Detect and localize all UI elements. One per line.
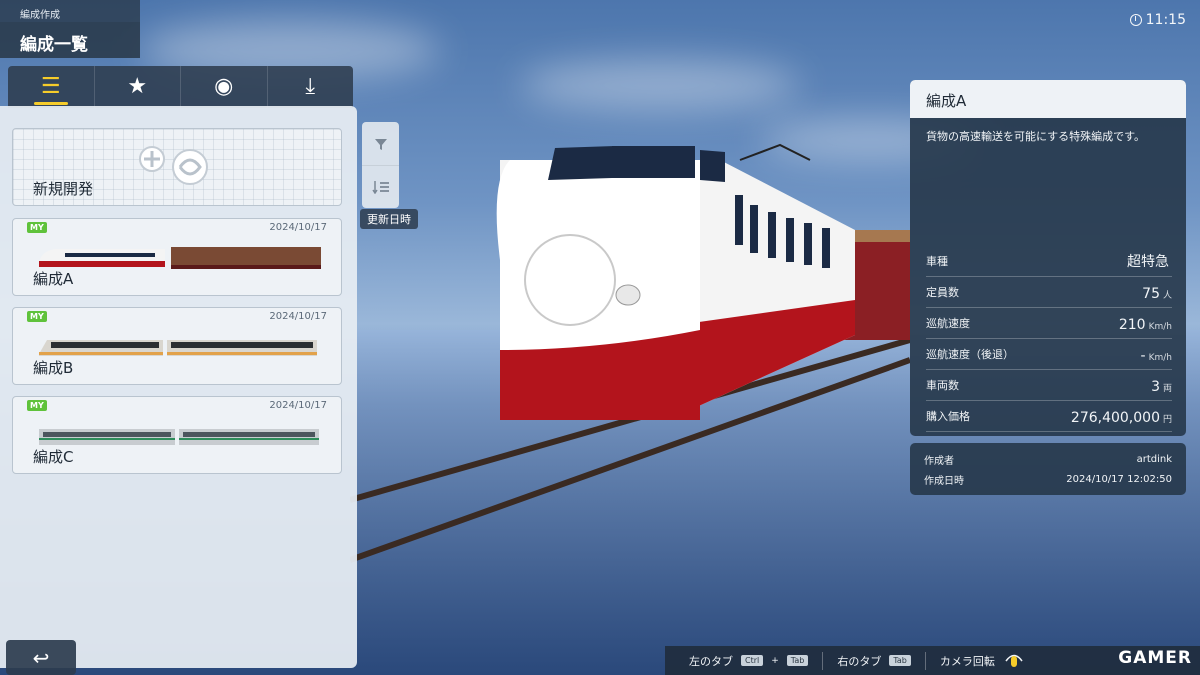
new-formation-label: 新規開発 (33, 180, 94, 198)
filter-button[interactable] (362, 122, 399, 165)
formation-date: 2024/10/17 (269, 311, 327, 322)
sort-button[interactable] (362, 165, 399, 208)
formation-thumbnail (39, 340, 317, 356)
formation-meta-panel: 作成者 artdink 作成日時 2024/10/17 12:02:50 (910, 443, 1186, 495)
key-tab-right: Tab (889, 655, 911, 666)
star-icon: ★ (127, 74, 148, 99)
info-title: 編成A (910, 80, 1186, 118)
spec-row: 車種 超特急 (926, 246, 1172, 277)
spec-row: 車両数 3両 (926, 370, 1172, 401)
hint-right-tab: 右のタブ (837, 654, 882, 668)
formation-thumbnail (39, 429, 319, 445)
my-badge: MY (27, 311, 47, 322)
clock: 11:15 (1129, 12, 1186, 28)
back-arrow-icon: ↩ (32, 645, 50, 670)
back-button[interactable]: ↩ (6, 640, 76, 675)
hint-left-tab: 左のタブ (689, 654, 733, 668)
tab-bar: ☰ ★ ◉ ⤓ (8, 66, 353, 108)
tab-list[interactable]: ☰ (8, 66, 95, 108)
clock-icon (1129, 14, 1142, 26)
sort-label: 更新日時 (360, 209, 418, 229)
formation-card-a[interactable]: MY 2024/10/17 編成A (12, 218, 342, 296)
user-icon: ◉ (214, 74, 234, 99)
spec-list: 車種 超特急 定員数 75 人 巡航速度 210 Km/h 巡航速度（後退） - Km… (926, 246, 1172, 432)
train-render (350, 143, 910, 563)
formation-card-c[interactable]: MY 2024/10/17 編成C (12, 396, 342, 474)
spec-row: 購入価格 276,400,000 円 (926, 401, 1172, 432)
spec-row: 定員数 75 人 (926, 277, 1172, 308)
sort-filter-column (362, 122, 399, 208)
formation-thumbnail (39, 247, 321, 269)
download-icon: ⤓ (305, 74, 316, 99)
breadcrumb: 編成作成 (0, 0, 140, 22)
key-ctrl: Ctrl (741, 655, 764, 666)
gamer-watermark: GAMER (1118, 648, 1192, 668)
formation-list-panel: 新規開発 MY 2024/10/17 編成A MY 2024/10/17 編成B… (0, 106, 357, 668)
key-tab: Tab (786, 655, 809, 666)
author-value: artdink (1136, 453, 1172, 465)
filter-icon (374, 138, 387, 150)
formation-card-b[interactable]: MY 2024/10/17 編成B (12, 307, 342, 385)
created-row: 作成日時 2024/10/17 12:02:50 (924, 473, 1172, 487)
add-formation-icon (139, 146, 208, 185)
tab-user[interactable]: ◉ (181, 66, 268, 108)
mouse-rotate-icon (1005, 654, 1023, 667)
tab-download[interactable]: ⤓ (268, 66, 354, 108)
my-badge: MY (27, 400, 47, 411)
created-value: 2024/10/17 12:02:50 (1066, 473, 1172, 485)
formation-name: 編成A (33, 270, 74, 288)
page-title: 編成一覧 (0, 22, 140, 58)
formation-info-panel: 編成A 貨物の高速輸送を可能にする特殊編成です。 車種 超特急 定員数 75 人 … (910, 80, 1186, 436)
tab-favorites[interactable]: ★ (95, 66, 181, 108)
author-row: 作成者 artdink (924, 453, 1172, 467)
formation-name: 編成C (33, 448, 74, 466)
clock-time: 11:15 (1145, 12, 1186, 28)
my-badge: MY (27, 222, 47, 233)
formation-date: 2024/10/17 (269, 222, 327, 233)
info-description: 貨物の高速輸送を可能にする特殊編成です。 (926, 130, 1146, 143)
hint-camera: カメラ回転 (939, 654, 995, 668)
formation-name: 編成B (33, 359, 74, 377)
new-formation-card[interactable]: 新規開発 (12, 128, 342, 206)
spec-row: 巡航速度 210 Km/h (926, 308, 1172, 339)
list-icon: ☰ (40, 74, 61, 99)
sort-icon (371, 181, 389, 194)
formation-date: 2024/10/17 (269, 400, 327, 411)
spec-row: 巡航速度（後退） - Km/h (926, 339, 1172, 370)
